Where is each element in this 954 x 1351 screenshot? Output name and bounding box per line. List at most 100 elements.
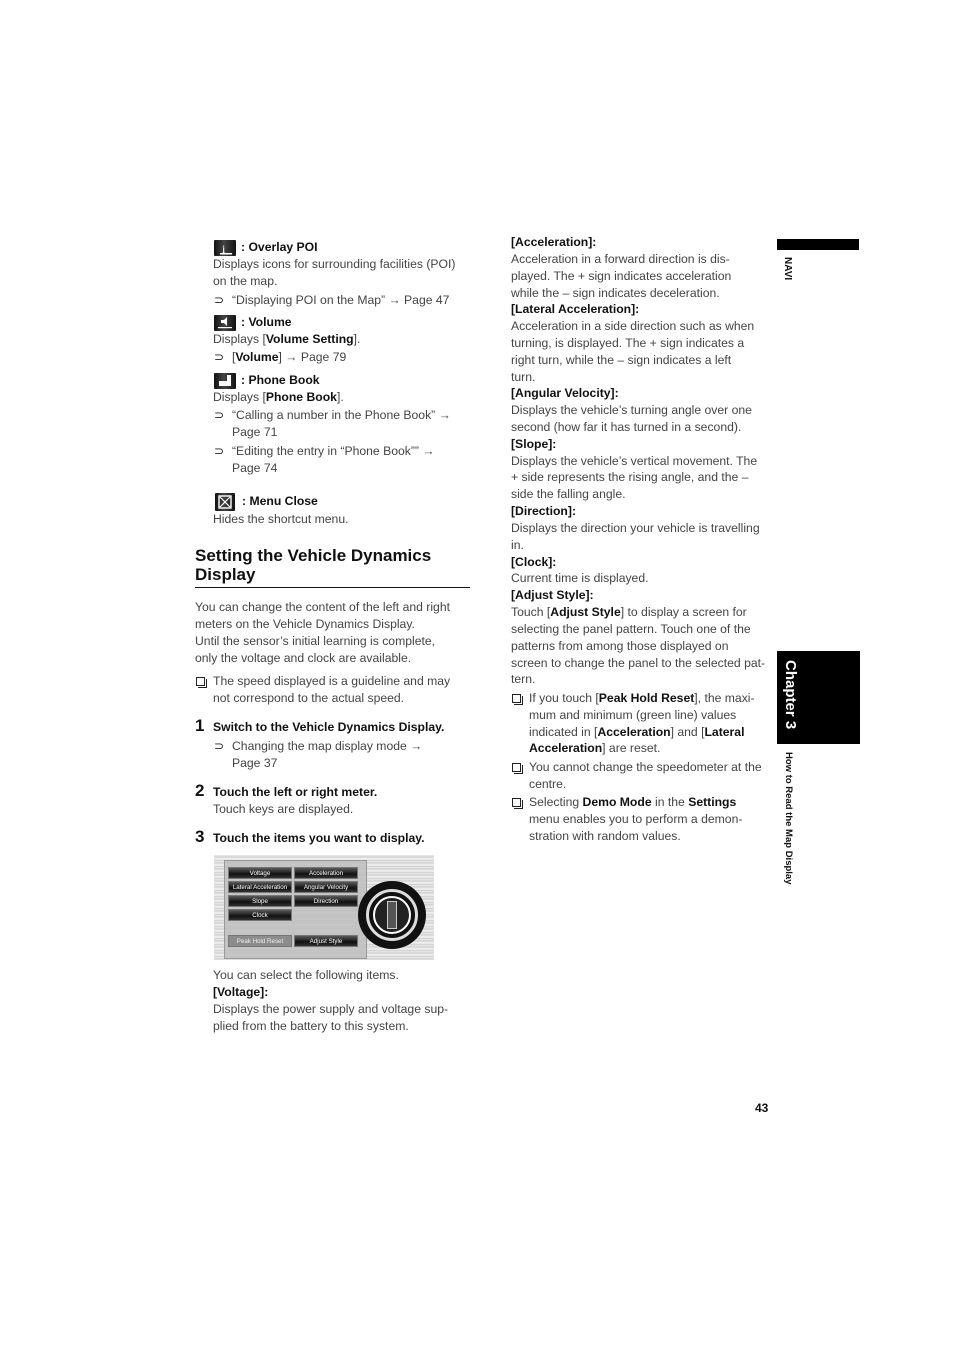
bold-text: Demo Mode [582,795,652,809]
angular-velocity-button[interactable]: Angular Velocity [294,881,358,893]
lateral-acceleration-desc: Acceleration in a side direction such as… [511,319,755,333]
text: Displays [ [213,390,266,404]
note-line: mum and minimum (green line) values [529,708,737,722]
clock-heading: [Clock]: [511,555,557,569]
bold-text: Acceleration [597,725,671,739]
chapter-section-label: How to Read the Map Display [783,752,794,885]
text: Selecting [529,795,583,809]
text: indicated in [ [529,725,598,739]
gear-indicator [387,901,397,929]
phone-book-desc: Displays [Phone Book]. [213,389,344,406]
menu-close-icon [215,493,235,511]
note-line: centre. [529,777,567,791]
note-line: stration with random values. [529,829,681,843]
phone-book-ref-1-page[interactable]: Page 71 [232,424,277,441]
bold-text: Settings [688,795,737,809]
text: ]. [353,332,361,346]
adjust-style-desc: Touch [Adjust Style] to display a screen… [511,604,747,621]
menu-close-label: : Menu Close [242,494,318,508]
acceleration-heading: [Acceleration]: [511,235,597,249]
adjust-style-desc: patterns from among those displayed on [511,639,729,653]
clock-button[interactable]: Clock [228,909,292,921]
peak-hold-reset-button[interactable]: Peak Hold Reset [228,935,292,947]
reference-arrow-icon: ⊃ [214,408,225,422]
text: If you touch [ [529,691,599,705]
lateral-acceleration-desc: turning, is displayed. The + sign indica… [511,336,745,350]
clock-desc: Current time is displayed. [511,571,649,585]
direction-desc: Displays the direction your vehicle is t… [511,521,760,535]
slope-desc: + side represents the rising angle, and … [511,470,749,484]
angular-velocity-heading: [Angular Velocity]: [511,386,619,400]
text: ] → Page 79 [278,350,347,364]
step-ref-page[interactable]: Page 37 [232,755,277,772]
note-line: Selecting Demo Mode in the Settings [529,794,736,811]
direction-desc: in. [511,538,524,552]
step-number: 3 [195,827,205,846]
text: Touch [ [511,605,551,619]
note-line: Acceleration] are reset. [529,740,660,757]
step-title: Touch the left or right meter. [213,785,378,799]
reference-arrow-icon: ⊃ [214,739,225,753]
step-number: 1 [195,716,205,735]
volume-ref[interactable]: [Volume] → Page 79 [232,349,346,366]
phone-book-ref-1[interactable]: “Calling a number in the Phone Book” → [232,407,451,424]
overlay-poi-ref[interactable]: “Displaying POI on the Map” → Page 47 [232,292,449,309]
acceleration-desc: Acceleration in a forward direction is d… [511,252,730,266]
intro-line: Until the sensor’s initial learning is c… [195,634,436,648]
note-checkbox-icon [512,763,523,774]
voltage-heading: [Voltage]: [213,985,269,999]
note-line: The speed displayed is a guideline and m… [213,674,451,688]
slope-desc: Displays the vehicle’s vertical movement… [511,454,758,468]
intro-line: meters on the Vehicle Dynamics Display. [195,617,415,631]
text: ]. [336,390,344,404]
phone-book-icon [214,373,236,389]
direction-button[interactable]: Direction [294,895,358,907]
bold-text: Acceleration [529,741,603,755]
phone-book-label: : Phone Book [241,373,320,387]
phone-book-ref-2[interactable]: “Editing the entry in “Phone Book”” → [232,443,435,460]
acceleration-button[interactable]: Acceleration [294,867,358,879]
note-line: If you touch [Peak Hold Reset], the maxi… [529,690,755,707]
step-title: Switch to the Vehicle Dynamics Display. [213,720,445,734]
intro-line: You can change the content of the left a… [195,600,451,614]
angular-velocity-desc: second (how far it has turned in a secon… [511,420,742,434]
reference-arrow-icon: ⊃ [214,444,225,458]
lateral-acceleration-desc: turn. [511,370,536,384]
note-line: not correspond to the actual speed. [213,691,405,705]
text: ] are reset. [602,741,661,755]
voltage-button[interactable]: Voltage [228,867,292,879]
section-divider [195,587,470,588]
step-ref[interactable]: Changing the map display mode → [232,738,422,755]
text: Displays [ [213,332,266,346]
text: in the [651,795,689,809]
slope-desc: side the falling angle. [511,487,626,501]
volume-label: : Volume [241,315,292,329]
note-line: menu enables you to perform a demon- [529,812,743,826]
phone-book-ref-2-page[interactable]: Page 74 [232,460,277,477]
overlay-poi-icon: i [214,240,236,256]
menu-close-desc: Hides the shortcut menu. [213,512,349,526]
navi-label: NAVI [782,257,793,281]
slope-button[interactable]: Slope [228,895,292,907]
angular-velocity-desc: Displays the vehicle’s turning angle ove… [511,403,752,417]
navi-tab-bar [777,239,859,250]
reference-arrow-icon: ⊃ [214,350,225,364]
direction-heading: [Direction]: [511,504,576,518]
page-number: 43 [755,1101,769,1115]
lateral-acceleration-desc: right turn, while the – sign indicates a… [511,353,732,367]
adjust-style-button[interactable]: Adjust Style [294,935,358,947]
speedometer-dial [358,881,426,949]
overlay-poi-label: : Overlay POI [241,240,318,254]
overlay-poi-desc-2: on the map. [213,274,278,288]
vehicle-dynamics-screenshot: Voltage Acceleration Lateral Acceleratio… [214,855,434,960]
intro-line: only the voltage and clock are available… [195,651,412,665]
text: ], the maxi- [694,691,755,705]
section-title-line-2: Display [195,565,256,584]
chapter-label: Chapter 3 [782,660,799,730]
adjust-style-heading: [Adjust Style]: [511,588,594,602]
adjust-style-desc: tern. [511,672,536,686]
voltage-desc: plied from the battery to this system. [213,1019,409,1033]
lateral-acceleration-button[interactable]: Lateral Acceleration [228,881,292,893]
section-title-line-1: Setting the Vehicle Dynamics [195,546,432,565]
bold-text: Lateral [704,725,745,739]
